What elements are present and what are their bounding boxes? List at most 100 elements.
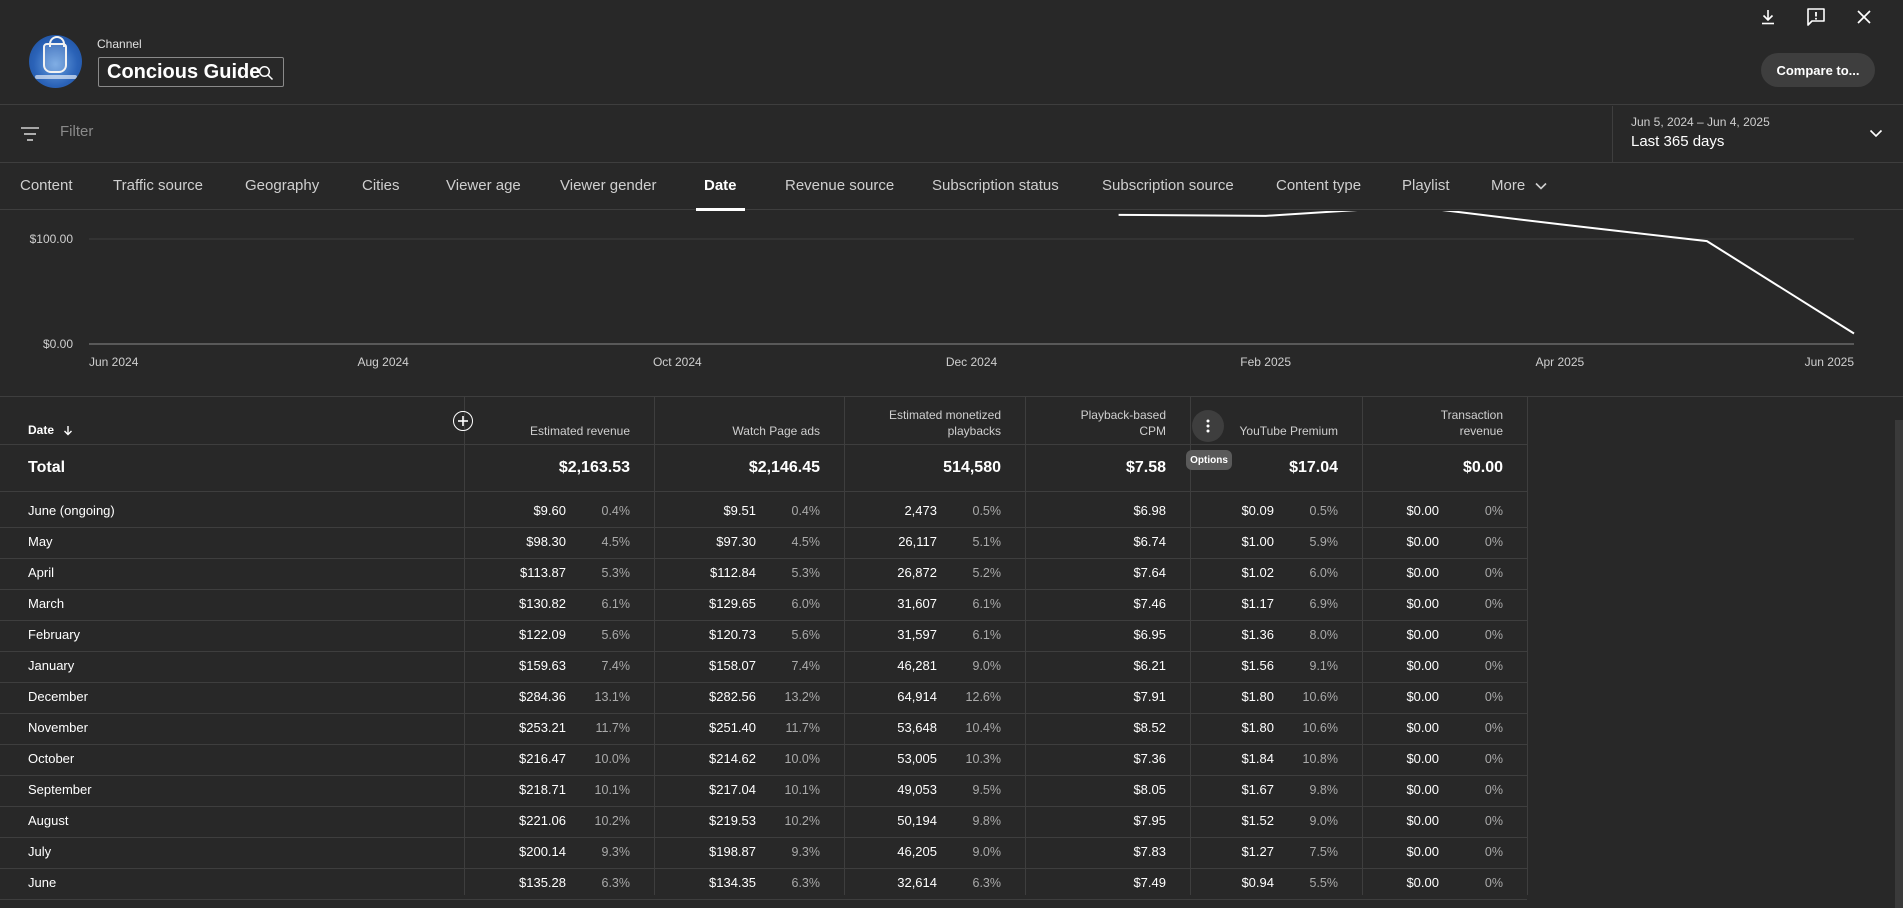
row-ytp-percent: 9.8% <box>1309 783 1339 797</box>
row-tr-percent: 0% <box>1484 783 1503 797</box>
row-date: March <box>28 596 65 611</box>
row-tr-percent: 0% <box>1484 752 1503 766</box>
total-estimated-revenue: $2,163.53 <box>558 459 630 476</box>
row-mp-percent: 10.4% <box>965 721 1001 735</box>
date-column-header[interactable]: Date <box>28 423 73 437</box>
row-date: May <box>28 534 53 549</box>
row-mp-percent: 12.6% <box>965 690 1001 704</box>
col-header-estimated-revenue[interactable]: Estimated revenue <box>464 423 630 439</box>
date-range-selector[interactable]: Jun 5, 2024 – Jun 4, 2025 Last 365 days <box>1612 106 1903 163</box>
y-tick-label: $0.00 <box>43 337 73 351</box>
row-divider <box>0 837 1527 838</box>
row-ytp-value: $1.36 <box>1241 627 1274 642</box>
row-tr-percent: 0% <box>1484 628 1503 642</box>
add-column-button[interactable] <box>453 411 473 431</box>
row-mp-percent: 9.0% <box>972 659 1002 673</box>
col-header-line: Estimated monetized <box>888 408 1001 422</box>
total-cpm: $7.58 <box>1125 459 1166 476</box>
row-date: August <box>28 813 69 828</box>
row-rev-value: $130.82 <box>519 596 566 611</box>
row-wpa-percent: 10.2% <box>784 814 820 828</box>
filter-input[interactable]: Filter <box>60 123 93 140</box>
row-cpm-value: $7.91 <box>1133 689 1166 704</box>
close-button[interactable] <box>1851 4 1877 30</box>
download-button[interactable] <box>1755 4 1781 30</box>
tab-cities[interactable]: Cities <box>362 177 400 210</box>
dimension-tabs: Content Traffic source Geography Cities … <box>0 164 1903 211</box>
row-divider <box>0 775 1527 776</box>
row-mp-percent: 6.1% <box>972 597 1002 611</box>
row-tr-value: $0.00 <box>1406 534 1439 549</box>
tab-geography[interactable]: Geography <box>245 177 319 210</box>
row-wpa-percent: 10.0% <box>784 752 820 766</box>
channel-selector[interactable]: Concious Guide <box>98 57 284 87</box>
row-wpa-value: $198.87 <box>709 844 756 859</box>
row-mp-value: 31,597 <box>897 627 937 642</box>
row-date: November <box>28 720 88 735</box>
row-mp-percent: 5.2% <box>972 566 1002 580</box>
row-wpa-percent: 0.4% <box>791 504 821 518</box>
row-ytp-percent: 10.6% <box>1302 721 1338 735</box>
row-rev-percent: 4.5% <box>601 535 631 549</box>
row-cpm-value: $6.21 <box>1133 658 1166 673</box>
channel-label: Channel <box>97 37 142 51</box>
tab-traffic-source[interactable]: Traffic source <box>113 177 203 210</box>
compare-button[interactable]: Compare to... <box>1761 53 1875 87</box>
row-rev-value: $9.60 <box>533 503 566 518</box>
tab-subscription-source[interactable]: Subscription source <box>1102 177 1234 210</box>
row-ytp-percent: 5.9% <box>1309 535 1339 549</box>
row-tr-value: $0.00 <box>1406 751 1439 766</box>
col-header-watch-page-ads[interactable]: Watch Page ads <box>654 423 820 439</box>
row-ytp-value: $1.02 <box>1241 565 1274 580</box>
row-rev-percent: 13.1% <box>594 690 630 704</box>
row-mp-percent: 9.5% <box>972 783 1002 797</box>
chevron-down-icon <box>1869 129 1883 138</box>
row-divider <box>0 744 1527 745</box>
row-ytp-percent: 5.5% <box>1309 876 1339 890</box>
x-tick-label: Aug 2024 <box>357 355 409 369</box>
tab-subscription-status[interactable]: Subscription status <box>932 177 1059 210</box>
row-mp-percent: 9.0% <box>972 845 1002 859</box>
channel-avatar[interactable] <box>29 35 82 88</box>
filter-bar: Filter Jun 5, 2024 – Jun 4, 2025 Last 36… <box>0 106 1903 163</box>
row-tr-value: $0.00 <box>1406 627 1439 642</box>
tab-content-type[interactable]: Content type <box>1276 177 1361 210</box>
col-header-playback-cpm[interactable]: Playback-based CPM <box>1025 407 1166 439</box>
row-divider <box>0 806 1527 807</box>
tab-date[interactable]: Date <box>696 177 744 211</box>
tab-viewer-age[interactable]: Viewer age <box>446 177 521 210</box>
feedback-icon <box>1807 8 1825 26</box>
header: Channel Concious Guide Compare to... <box>0 0 1903 105</box>
row-date: April <box>28 565 55 580</box>
tab-revenue-source[interactable]: Revenue source <box>785 177 894 210</box>
tab-content[interactable]: Content <box>20 177 73 210</box>
row-wpa-percent: 5.3% <box>791 566 821 580</box>
revenue-series-line <box>1118 211 1855 335</box>
row-divider <box>0 682 1527 683</box>
row-rev-value: $159.63 <box>519 658 566 673</box>
column-options-button[interactable] <box>1192 410 1224 442</box>
row-ytp-percent: 10.8% <box>1302 752 1338 766</box>
row-wpa-value: $158.07 <box>709 658 756 673</box>
col-header-transaction-revenue[interactable]: Transaction revenue <box>1362 407 1503 439</box>
tab-playlist[interactable]: Playlist <box>1402 177 1450 210</box>
tab-more[interactable]: More <box>1491 177 1547 210</box>
x-tick-label: Apr 2025 <box>1535 355 1584 369</box>
row-rev-value: $218.71 <box>519 782 566 797</box>
row-rev-value: $221.06 <box>519 813 566 828</box>
row-ytp-value: $1.52 <box>1241 813 1274 828</box>
row-wpa-percent: 10.1% <box>784 783 820 797</box>
feedback-button[interactable] <box>1803 4 1829 30</box>
chevron-down-icon <box>1535 182 1547 190</box>
row-wpa-percent: 5.6% <box>791 628 821 642</box>
row-rev-percent: 7.4% <box>601 659 631 673</box>
col-header-monetized-playbacks[interactable]: Estimated monetized playbacks <box>844 407 1001 439</box>
row-date: January <box>28 658 75 673</box>
row-wpa-percent: 11.7% <box>785 721 820 735</box>
filter-icon[interactable] <box>20 126 40 142</box>
tab-viewer-gender[interactable]: Viewer gender <box>560 177 656 210</box>
row-divider <box>0 713 1527 714</box>
row-cpm-value: $6.98 <box>1133 503 1166 518</box>
total-divider <box>0 491 1527 492</box>
row-ytp-value: $1.27 <box>1241 844 1274 859</box>
